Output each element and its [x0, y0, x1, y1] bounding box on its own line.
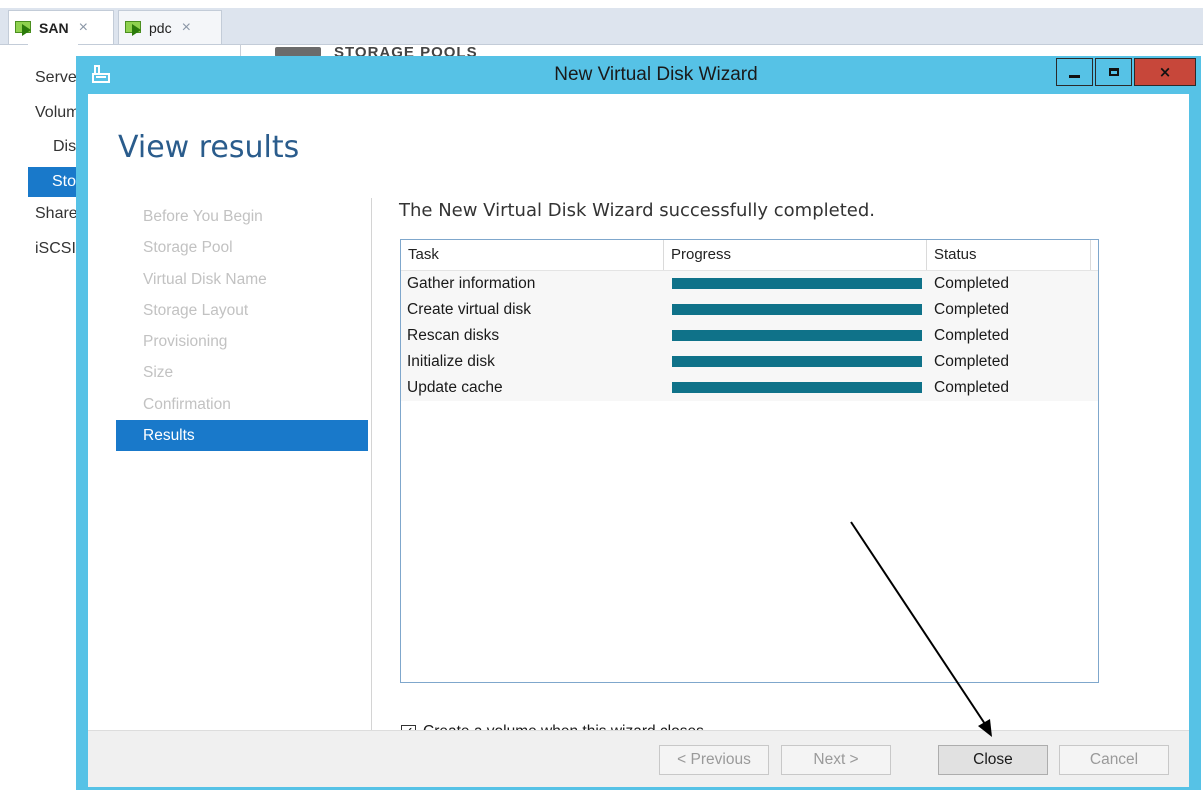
step-results[interactable]: Results	[116, 420, 368, 452]
vm-connect-icon	[125, 20, 143, 36]
close-icon[interactable]: ×	[79, 19, 88, 37]
progress-bar	[672, 382, 922, 393]
success-message: The New Virtual Disk Wizard successfully…	[399, 200, 875, 221]
nav-item-servers[interactable]: Servers	[35, 69, 78, 87]
column-header-status[interactable]: Status	[927, 240, 1091, 270]
task-cell: Initialize disk	[407, 353, 495, 370]
wizard-steps: Before You Begin Storage Pool Virtual Di…	[116, 201, 368, 452]
cancel-button[interactable]: Cancel	[1059, 745, 1169, 775]
status-cell: Completed	[934, 301, 1009, 318]
vm-tab-strip: SAN × pdc ×	[0, 0, 1203, 45]
status-cell: Completed	[934, 379, 1009, 396]
vm-tab-pdc-label: pdc	[149, 19, 172, 36]
wizard-client-area: View results Before You Begin Storage Po…	[88, 94, 1189, 787]
status-cell: Completed	[934, 353, 1009, 370]
table-header: Task Progress Status	[401, 240, 1098, 271]
vm-tab-san[interactable]: SAN ×	[8, 10, 114, 44]
table-row[interactable]: Update cache Completed	[401, 375, 1098, 401]
nav-item-disks[interactable]: Disks	[53, 138, 78, 156]
vm-tab-san-label: SAN	[39, 19, 69, 36]
previous-button[interactable]: < Previous	[659, 745, 769, 775]
task-cell: Create virtual disk	[407, 301, 532, 318]
table-row[interactable]: Gather information Completed	[401, 271, 1098, 297]
step-storage-layout: Storage Layout	[143, 301, 249, 319]
window-title: New Virtual Disk Wizard	[554, 64, 758, 85]
step-provisioning: Provisioning	[143, 333, 228, 351]
table-row[interactable]: Initialize disk Completed	[401, 349, 1098, 375]
title-bar[interactable]: New Virtual Disk Wizard ×	[76, 56, 1201, 94]
status-cell: Completed	[934, 327, 1009, 344]
close-window-button[interactable]: ×	[1134, 58, 1196, 86]
step-virtual-disk-name: Virtual Disk Name	[143, 270, 267, 288]
minimize-button[interactable]	[1056, 58, 1093, 86]
close-icon: ×	[1158, 63, 1172, 81]
table-row[interactable]: Rescan disks Completed	[401, 323, 1098, 349]
close-button[interactable]: Close	[938, 745, 1048, 775]
progress-fill	[672, 304, 922, 315]
task-cell: Update cache	[407, 379, 503, 396]
maximize-icon	[1108, 68, 1119, 76]
results-table: Task Progress Status Gather information …	[400, 239, 1099, 683]
vm-connect-icon	[15, 20, 33, 36]
nav-item-volumes[interactable]: Volumes	[35, 104, 78, 122]
vm-tab-pdc[interactable]: pdc ×	[118, 10, 222, 44]
new-virtual-disk-wizard-window: New Virtual Disk Wizard × View results B…	[76, 56, 1201, 790]
progress-bar	[672, 278, 922, 289]
table-row[interactable]: Create virtual disk Completed	[401, 297, 1098, 323]
progress-fill	[672, 382, 922, 393]
nav-item-iscsi[interactable]: iSCSI	[35, 240, 78, 258]
nav-item-storage-pools[interactable]: Storage Pools	[28, 167, 78, 197]
step-before-you-begin: Before You Begin	[143, 208, 263, 225]
steps-divider	[371, 198, 372, 758]
progress-fill	[672, 330, 922, 341]
minimize-icon	[1069, 74, 1080, 78]
step-storage-pool: Storage Pool	[143, 239, 233, 257]
task-cell: Rescan disks	[407, 327, 500, 344]
task-cell: Gather information	[407, 275, 536, 292]
column-header-progress[interactable]: Progress	[664, 240, 927, 270]
progress-bar	[672, 356, 922, 367]
status-cell: Completed	[934, 275, 1009, 292]
close-icon[interactable]: ×	[182, 19, 191, 37]
server-manager-nav: Servers Volumes Disks Storage Pools Shar…	[28, 44, 78, 790]
step-size: Size	[143, 364, 174, 382]
progress-fill	[672, 356, 922, 367]
progress-fill	[672, 278, 922, 289]
next-button[interactable]: Next >	[781, 745, 891, 775]
wizard-footer: < Previous Next > Close Cancel	[88, 730, 1189, 787]
progress-bar	[672, 304, 922, 315]
page-title: View results	[118, 130, 300, 165]
nav-item-shares[interactable]: Shares	[35, 205, 78, 223]
column-header-task[interactable]: Task	[401, 240, 664, 270]
step-confirmation: Confirmation	[143, 395, 231, 413]
maximize-button[interactable]	[1095, 58, 1132, 86]
progress-bar	[672, 330, 922, 341]
